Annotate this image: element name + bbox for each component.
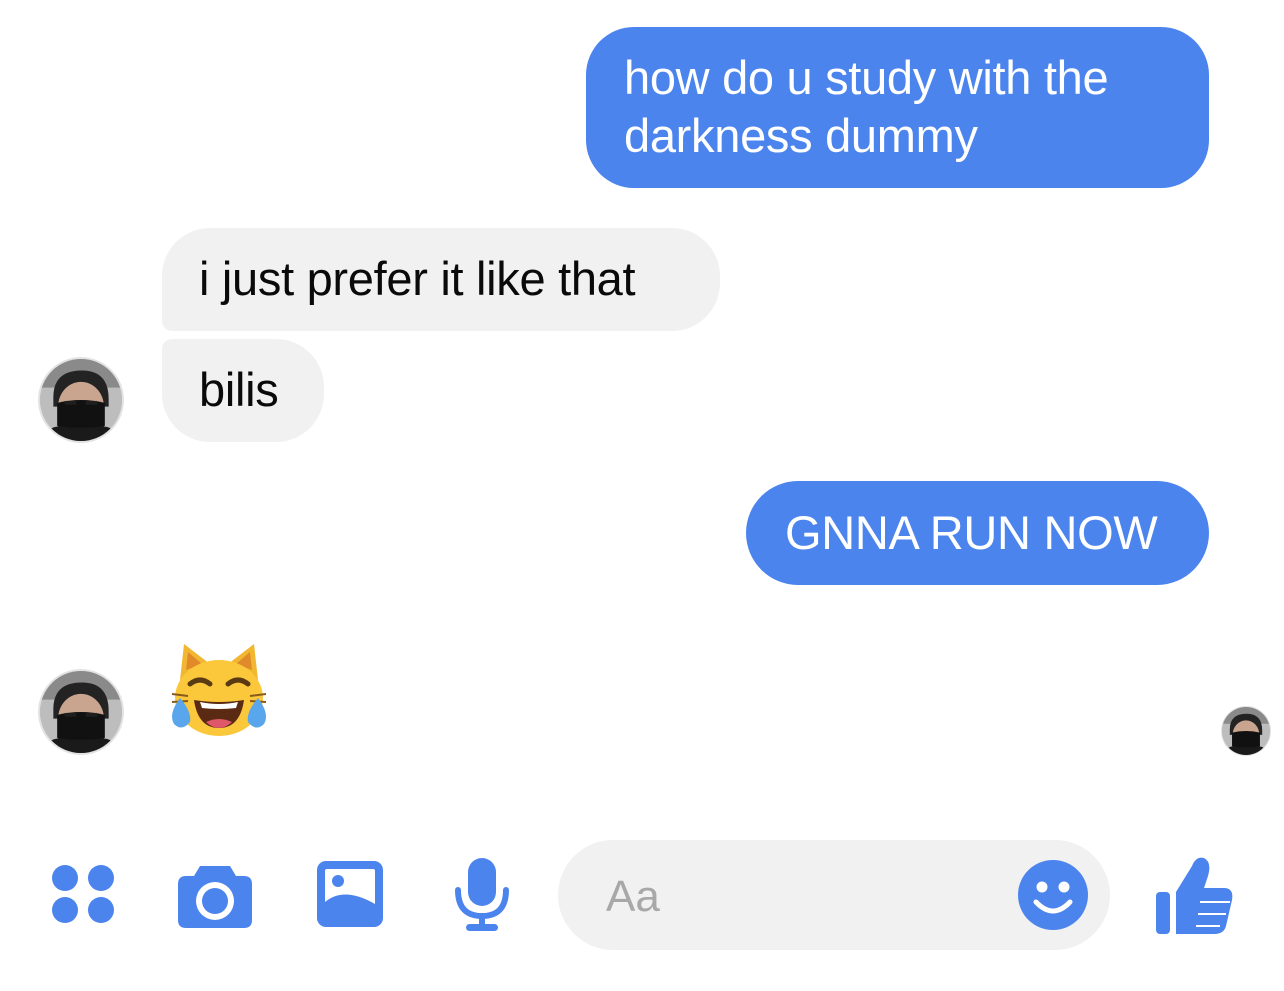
avatar-photo [40, 671, 122, 753]
message-text: i just prefer it like that [199, 252, 636, 305]
cat-face-with-tears-of-joy-icon[interactable] [166, 640, 272, 740]
read-receipt-avatar [1221, 706, 1271, 756]
message-text: bilis [199, 363, 279, 416]
contact-avatar[interactable] [38, 669, 124, 755]
message-text: GNNA RUN NOW [785, 506, 1158, 559]
camera-icon [178, 866, 252, 928]
thumbs-up-icon [1156, 857, 1233, 934]
camera-button[interactable] [176, 860, 254, 930]
voice-message-button[interactable] [452, 856, 512, 934]
smiley-icon [1018, 860, 1088, 930]
avatar-photo [40, 359, 122, 441]
avatar-photo [1222, 707, 1270, 755]
microphone-icon [455, 858, 509, 931]
grid-dots-icon [52, 865, 114, 923]
emoji-graphic [171, 644, 267, 736]
incoming-message-bubble[interactable]: bilis [162, 339, 324, 442]
outgoing-message-bubble[interactable]: how do u study with the darkness dummy [586, 27, 1209, 188]
incoming-message-bubble[interactable]: i just prefer it like that [162, 228, 720, 331]
message-composer[interactable] [558, 840, 1110, 950]
like-button[interactable] [1154, 852, 1234, 936]
message-input[interactable] [606, 870, 986, 924]
message-text-line: darkness dummy [624, 109, 978, 162]
gallery-button[interactable] [314, 858, 386, 930]
emoji-picker-button[interactable] [1016, 858, 1090, 932]
image-icon [317, 861, 383, 927]
outgoing-message-bubble[interactable]: GNNA RUN NOW [746, 481, 1209, 585]
message-text-line: how do u study with the [624, 51, 1109, 104]
more-actions-button[interactable] [50, 864, 116, 924]
contact-avatar[interactable] [38, 357, 124, 443]
